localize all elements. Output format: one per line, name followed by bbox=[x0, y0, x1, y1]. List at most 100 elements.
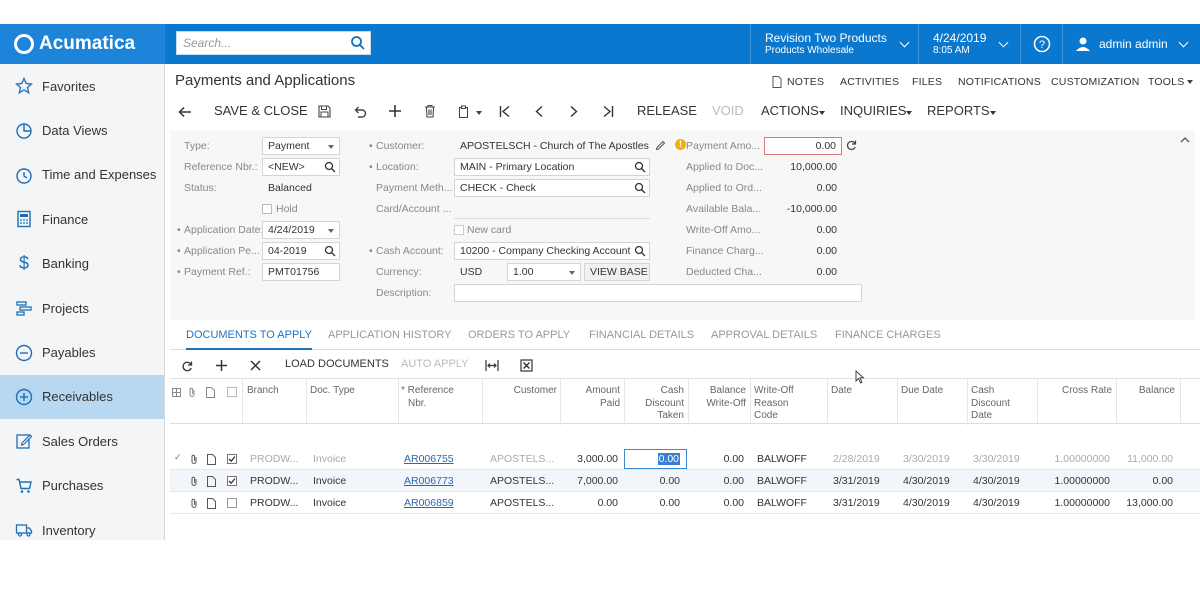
col-write-off-reason[interactable]: Write-Off Reason Code bbox=[754, 385, 794, 423]
sidebar-item-time-expenses[interactable]: Time and Expenses bbox=[0, 153, 164, 197]
undo-icon[interactable] bbox=[353, 105, 367, 118]
sidebar-item-purchases[interactable]: Purchases bbox=[0, 464, 164, 508]
row-checkbox-checked[interactable] bbox=[227, 476, 237, 486]
attachment-icon[interactable] bbox=[190, 498, 198, 509]
sidebar-item-favorites[interactable]: Favorites bbox=[0, 64, 164, 108]
previous-record-icon[interactable] bbox=[534, 105, 544, 118]
row-checkbox-checked[interactable] bbox=[227, 454, 237, 464]
rate-field[interactable]: 1.00 bbox=[507, 263, 581, 281]
col-balance-write-off[interactable]: Balance Write-Off bbox=[688, 385, 746, 410]
cell-amount-paid[interactable]: 7,000.00 bbox=[560, 475, 618, 487]
delete-icon[interactable] bbox=[424, 104, 436, 118]
sidebar-item-banking[interactable]: $ Banking bbox=[0, 242, 164, 286]
col-cross-rate[interactable]: Cross Rate bbox=[1037, 385, 1112, 398]
cell-write-off-reason[interactable]: BALWOFF bbox=[757, 453, 807, 465]
cell-amount-paid[interactable]: 0.00 bbox=[560, 497, 618, 509]
col-cash-discount-taken[interactable]: Cash Discount Taken bbox=[624, 385, 684, 423]
sidebar-item-receivables[interactable]: Receivables bbox=[0, 374, 164, 420]
customization-link[interactable]: CUSTOMIZATION bbox=[1051, 76, 1140, 88]
table-row[interactable]: ✓ PRODW... Invoice AR006755 APOSTELS... … bbox=[170, 448, 1200, 470]
tab-finance-charges[interactable]: FINANCE CHARGES bbox=[835, 329, 941, 341]
activities-link[interactable]: ACTIVITIES bbox=[840, 76, 899, 88]
table-row[interactable]: PRODW... Invoice AR006773 APOSTELS... 7,… bbox=[170, 470, 1200, 492]
save-icon[interactable] bbox=[318, 105, 331, 118]
type-select[interactable]: Payment bbox=[262, 137, 340, 155]
lookup-icon[interactable] bbox=[634, 182, 646, 194]
add-icon[interactable] bbox=[388, 104, 402, 118]
tab-financial-details[interactable]: FINANCIAL DETAILS bbox=[589, 329, 694, 341]
cell-cash-discount[interactable]: 0.00 bbox=[624, 475, 680, 487]
sidebar-item-finance[interactable]: Finance bbox=[0, 197, 164, 241]
tab-documents-to-apply[interactable]: DOCUMENTS TO APPLY bbox=[186, 329, 312, 350]
location-field[interactable]: MAIN - Primary Location bbox=[454, 158, 650, 176]
col-customer[interactable]: Customer bbox=[482, 385, 557, 398]
tab-approval-details[interactable]: APPROVAL DETAILS bbox=[711, 329, 817, 341]
acumatica-logo[interactable]: Acumatica bbox=[0, 24, 165, 64]
lookup-icon[interactable] bbox=[324, 245, 336, 257]
cell-reference-link[interactable]: AR006859 bbox=[404, 497, 454, 509]
release-button[interactable]: RELEASE bbox=[637, 103, 697, 118]
search-input[interactable]: Search... bbox=[176, 31, 371, 55]
col-reference-nbr[interactable]: * Reference Nbr. bbox=[401, 385, 454, 410]
attachment-icon[interactable] bbox=[190, 476, 198, 487]
col-doc-type[interactable]: Doc. Type bbox=[310, 385, 355, 398]
notes-link[interactable]: NOTES bbox=[787, 76, 824, 88]
cashaccount-field[interactable]: 10200 - Company Checking Account bbox=[454, 242, 650, 260]
sidebar-item-projects[interactable]: Projects bbox=[0, 286, 164, 330]
note-icon[interactable] bbox=[207, 476, 216, 487]
refnbr-field[interactable]: <NEW> bbox=[262, 158, 340, 176]
delete-row-icon[interactable] bbox=[250, 360, 261, 371]
refresh-icon[interactable] bbox=[845, 139, 857, 151]
col-date[interactable]: Date bbox=[831, 385, 852, 398]
note-icon[interactable] bbox=[207, 498, 216, 509]
notifications-link[interactable]: NOTIFICATIONS bbox=[958, 76, 1041, 88]
collapse-chevron-icon[interactable] bbox=[1180, 136, 1190, 143]
col-amount-paid[interactable]: Amount Paid bbox=[560, 385, 620, 410]
paymethod-field[interactable]: CHECK - Check bbox=[454, 179, 650, 197]
row-checkbox[interactable] bbox=[227, 498, 237, 508]
cash-discount-edit-input[interactable]: 0.00 bbox=[624, 449, 687, 469]
customer-value[interactable]: APOSTELSCH - Church of The Apostles bbox=[460, 140, 649, 152]
cell-cash-discount[interactable]: 0.00 bbox=[624, 497, 680, 509]
cell-balance-write-off[interactable]: 0.00 bbox=[688, 475, 744, 487]
lookup-icon[interactable] bbox=[324, 161, 336, 173]
copy-paste-icon[interactable] bbox=[458, 105, 471, 118]
view-base-button[interactable]: VIEW BASE bbox=[584, 263, 650, 281]
add-row-icon[interactable] bbox=[215, 359, 228, 372]
next-record-icon[interactable] bbox=[569, 105, 579, 118]
tab-orders-to-apply[interactable]: ORDERS TO APPLY bbox=[468, 329, 570, 341]
select-all-checkbox[interactable] bbox=[227, 387, 237, 397]
note-icon[interactable] bbox=[207, 454, 216, 465]
appdate-field[interactable]: 4/24/2019 bbox=[262, 221, 340, 239]
cell-reference-link[interactable]: AR006755 bbox=[404, 453, 454, 465]
cell-balance-write-off[interactable]: 0.00 bbox=[688, 497, 744, 509]
hold-checkbox[interactable] bbox=[262, 204, 272, 214]
pencil-icon[interactable] bbox=[655, 140, 666, 151]
description-field[interactable] bbox=[454, 284, 862, 302]
appperiod-field[interactable]: 04-2019 bbox=[262, 242, 340, 260]
col-balance[interactable]: Balance bbox=[1116, 385, 1175, 398]
load-documents-button[interactable]: LOAD DOCUMENTS bbox=[285, 358, 389, 370]
tab-application-history[interactable]: APPLICATION HISTORY bbox=[328, 329, 451, 341]
company-selector[interactable]: Revision Two Products Products Wholesale bbox=[750, 24, 918, 64]
refresh-icon[interactable] bbox=[181, 360, 193, 372]
sidebar-item-data-views[interactable]: Data Views bbox=[0, 108, 164, 152]
user-menu[interactable]: admin admin bbox=[1062, 24, 1200, 64]
back-arrow-icon[interactable] bbox=[178, 106, 192, 118]
table-row[interactable]: PRODW... Invoice AR006859 APOSTELS... 0.… bbox=[170, 492, 1200, 514]
lookup-icon[interactable] bbox=[634, 161, 646, 173]
lookup-icon[interactable] bbox=[634, 245, 646, 257]
files-link[interactable]: FILES bbox=[912, 76, 942, 88]
payamount-field[interactable]: 0.00 bbox=[764, 137, 842, 155]
sidebar-item-payables[interactable]: Payables bbox=[0, 330, 164, 374]
sidebar-item-sales-orders[interactable]: Sales Orders bbox=[0, 419, 164, 463]
last-record-icon[interactable] bbox=[602, 105, 614, 118]
payref-field[interactable]: PMT01756 bbox=[262, 263, 340, 281]
tools-menu[interactable]: TOOLS bbox=[1148, 76, 1184, 88]
sidebar-item-inventory[interactable]: Inventory bbox=[0, 508, 164, 540]
actions-menu[interactable]: ACTIONS bbox=[761, 103, 819, 118]
search-icon[interactable] bbox=[350, 35, 366, 51]
cell-write-off-reason[interactable]: BALWOFF bbox=[757, 497, 807, 509]
cell-reference-link[interactable]: AR006773 bbox=[404, 475, 454, 487]
export-excel-icon[interactable] bbox=[520, 359, 533, 372]
